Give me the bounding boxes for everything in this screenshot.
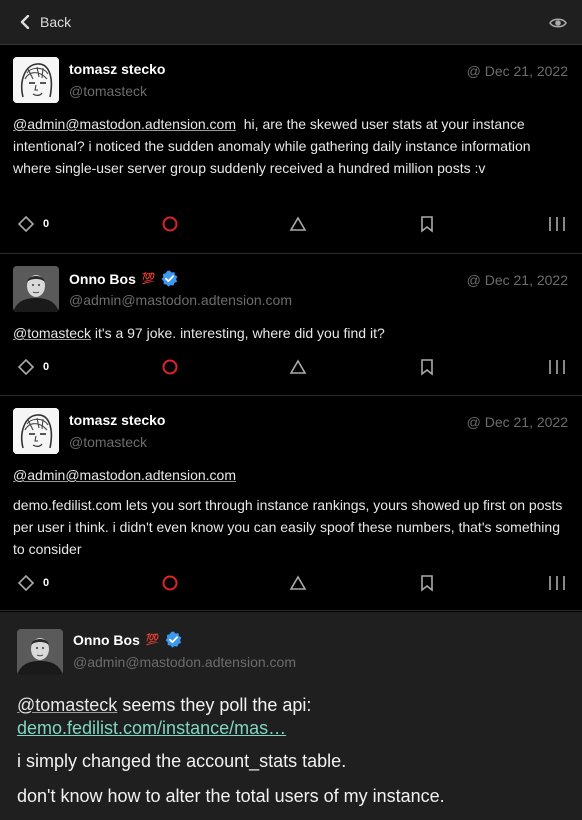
post[interactable]: tomasz stecko @tomasteck @ Dec 21, 2022 …: [0, 46, 582, 254]
bookmark-icon: [421, 575, 433, 592]
favourite-button[interactable]: [289, 358, 307, 376]
handle[interactable]: @tomasteck: [69, 83, 147, 99]
hundred-points-icon: 💯: [145, 634, 160, 646]
boost-button[interactable]: [161, 358, 179, 376]
reply-button[interactable]: 0: [17, 215, 49, 233]
triangle-icon: [289, 359, 307, 374]
focused-line-3: don't know how to alter the total users …: [17, 786, 445, 806]
display-name: tomasz stecko: [69, 412, 166, 428]
reply-diamond-icon: [17, 574, 35, 592]
url-link[interactable]: demo.fedilist.com/instance/mas…: [17, 718, 286, 738]
post-content: @admin@mastodon.adtension.com: [13, 464, 569, 486]
avatar-photo-icon: [17, 629, 63, 675]
post-text: it's a 97 joke. interesting, where did y…: [94, 325, 385, 341]
triangle-icon: [289, 575, 307, 590]
verified-check-icon: [165, 631, 182, 648]
hundred-points-icon: 💯: [141, 273, 156, 285]
avatar[interactable]: [13, 57, 59, 103]
reply-count: 0: [43, 577, 50, 589]
reply-button[interactable]: 0: [17, 574, 49, 592]
reply-button[interactable]: 0: [17, 358, 49, 376]
avatar[interactable]: [13, 266, 59, 312]
reply-count: 0: [43, 218, 50, 230]
more-button[interactable]: [548, 574, 566, 592]
display-name: Onno Bos 💯: [73, 631, 182, 648]
post-content: @admin@mastodon.adtension.com hi, are th…: [13, 113, 569, 179]
chevron-left-icon: [20, 15, 30, 29]
post-actions: 0: [0, 358, 582, 378]
reply-count: 0: [43, 361, 50, 373]
handle[interactable]: @tomasteck: [69, 434, 147, 450]
back-button[interactable]: Back: [18, 12, 71, 32]
handle[interactable]: @admin@mastodon.adtension.com: [69, 292, 292, 308]
eye-icon[interactable]: [549, 16, 567, 30]
handle[interactable]: @admin@mastodon.adtension.com: [73, 654, 296, 670]
avatar[interactable]: [13, 408, 59, 454]
post-text: seems they poll the api:: [122, 695, 312, 715]
more-bars-icon: [549, 360, 565, 374]
boost-circle-icon: [162, 216, 178, 232]
top-bar: Back: [0, 0, 582, 45]
boost-button[interactable]: [161, 574, 179, 592]
focused-post[interactable]: Onno Bos 💯 @admin@mastodon.adtension.com…: [0, 612, 582, 820]
focused-line-2: i simply changed the account_stats table…: [17, 751, 347, 771]
avatar-sketch-icon: [13, 57, 59, 103]
bookmark-icon: [421, 216, 433, 233]
post-actions: 0: [0, 215, 582, 235]
post-content: @tomasteck it's a 97 joke. interesting, …: [13, 322, 569, 344]
mention-link[interactable]: @tomasteck: [17, 695, 117, 715]
more-button[interactable]: [548, 215, 566, 233]
post-text: demo.fedilist.com lets you sort through …: [13, 497, 563, 557]
post[interactable]: Onno Bos 💯 @admin@mastodon.adtension.com…: [0, 255, 582, 396]
avatar-sketch-icon: [13, 408, 59, 454]
boost-button[interactable]: [161, 215, 179, 233]
verified-check-icon: [161, 270, 178, 287]
triangle-icon: [289, 216, 307, 231]
post[interactable]: tomasz stecko @tomasteck @ Dec 21, 2022 …: [0, 397, 582, 611]
post-actions: 0: [0, 574, 582, 594]
boost-circle-icon: [162, 359, 178, 375]
favourite-button[interactable]: [289, 574, 307, 592]
favourite-button[interactable]: [289, 215, 307, 233]
mention-link[interactable]: @admin@mastodon.adtension.com: [13, 116, 236, 132]
bookmark-icon: [421, 359, 433, 376]
bookmark-button[interactable]: [418, 358, 436, 376]
avatar-photo-icon: [13, 266, 59, 312]
timestamp[interactable]: @ Dec 21, 2022: [467, 272, 568, 288]
timestamp[interactable]: @ Dec 21, 2022: [467, 414, 568, 430]
boost-circle-icon: [162, 575, 178, 591]
focused-line-1: @tomasteck seems they poll the api: demo…: [17, 694, 567, 740]
more-bars-icon: [549, 217, 565, 231]
mention-link[interactable]: @tomasteck: [13, 325, 91, 341]
more-bars-icon: [549, 576, 565, 590]
mention-link[interactable]: @admin@mastodon.adtension.com: [13, 467, 236, 483]
bookmark-button[interactable]: [418, 215, 436, 233]
more-button[interactable]: [548, 358, 566, 376]
reply-diamond-icon: [17, 358, 35, 376]
avatar[interactable]: [17, 629, 63, 675]
display-name: Onno Bos 💯: [69, 270, 178, 287]
bookmark-button[interactable]: [418, 574, 436, 592]
display-name: tomasz stecko: [69, 61, 166, 77]
reply-diamond-icon: [17, 215, 35, 233]
timestamp[interactable]: @ Dec 21, 2022: [467, 63, 568, 79]
back-label: Back: [40, 14, 72, 30]
